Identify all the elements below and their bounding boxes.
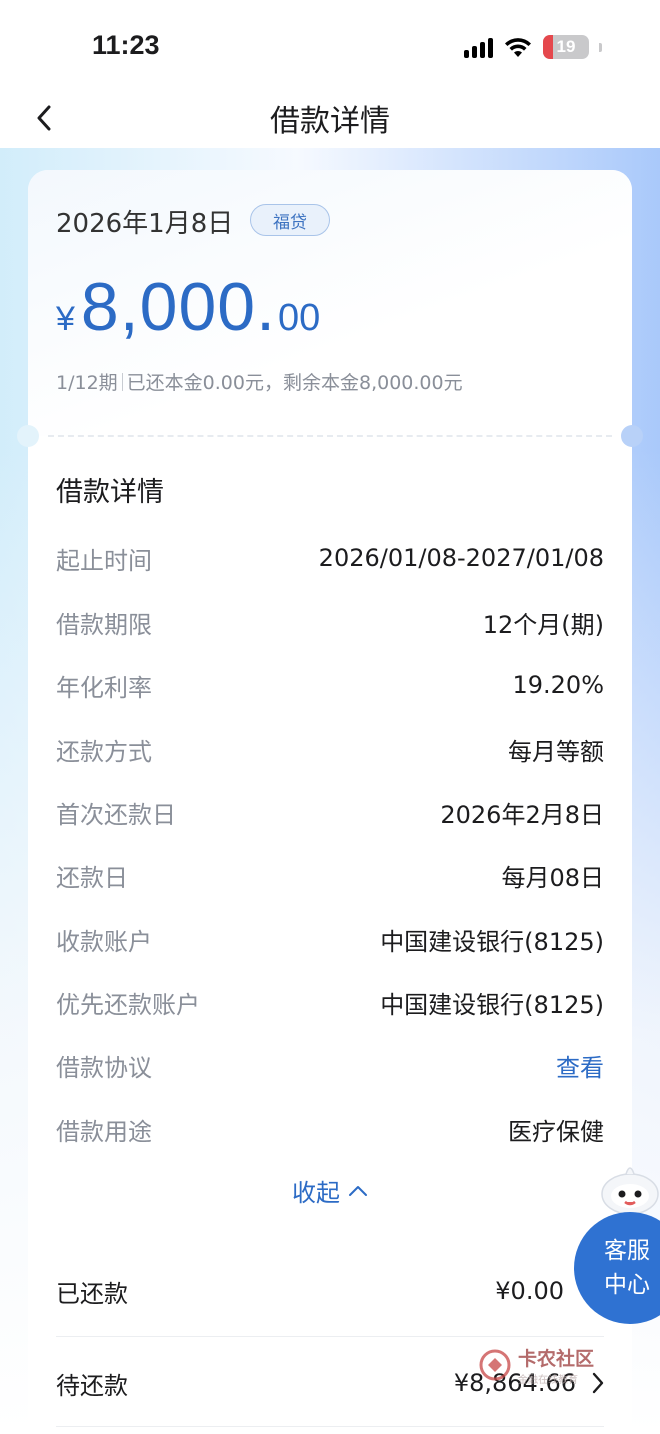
detail-value: 每月等额: [508, 737, 604, 766]
detail-label: 借款用途: [56, 1117, 152, 1146]
status-bar: 11:23 19: [0, 0, 660, 90]
detail-row-repayment-method: 还款方式 每月等额: [56, 729, 604, 769]
service-label-line1: 客服: [604, 1237, 650, 1264]
collapse-label: 收起: [292, 1179, 340, 1207]
detail-label: 还款日: [56, 863, 128, 892]
detail-row-annual-rate: 年化利率 19.20%: [56, 665, 604, 705]
paid-row: 已还款 ¥0.00: [56, 1266, 604, 1316]
page-title: 借款详情: [270, 104, 390, 139]
row-divider: [56, 1426, 604, 1427]
ticket-notch-left: [17, 425, 39, 447]
battery-level: 19: [556, 37, 576, 56]
product-tag: 福贷: [250, 204, 330, 236]
detail-row-purpose: 借款用途 医疗保健: [56, 1109, 604, 1149]
battery-cap: [599, 42, 602, 52]
amount-decimal: 00: [277, 297, 321, 339]
service-label-line2: 中心: [604, 1272, 650, 1298]
amount-integer: 8,000.: [80, 269, 276, 345]
detail-row-term: 借款期限 12个月(期): [56, 602, 604, 642]
view-agreement-link[interactable]: 查看: [556, 1048, 604, 1083]
status-time: 11:23: [92, 30, 160, 60]
detail-label: 收款账户: [56, 927, 152, 956]
paid-label: 已还款: [56, 1279, 128, 1308]
detail-value: 19.20%: [512, 671, 604, 699]
principal-summary: 已还本金0.00元，剩余本金8,000.00元: [126, 372, 463, 394]
detail-value: 医疗保健: [508, 1117, 604, 1146]
details-section-title: 借款详情: [56, 477, 164, 508]
signal-icon: [464, 36, 493, 58]
detail-value: 12个月(期): [482, 610, 604, 639]
detail-row-receiving-account: 收款账户 中国建设银行(8125): [56, 919, 604, 959]
chevron-up-icon: [349, 1185, 367, 1196]
dashed-divider: [48, 435, 612, 437]
detail-row-repayment-day: 还款日 每月08日: [56, 855, 604, 895]
detail-row-repayment-account: 优先还款账户 中国建设银行(8125): [56, 982, 604, 1022]
loan-card: 2026年1月8日 福贷 ¥ 8,000. 00 1/12期 已还本金0.00元…: [17, 170, 643, 1434]
watermark-subtitle: 金融在线教育: [518, 1375, 578, 1386]
detail-label: 起止时间: [56, 546, 152, 575]
detail-row-period: 起止时间 2026/01/08-2027/01/08: [56, 538, 604, 578]
watermark-text: 卡农社区 金融在线教育: [518, 1344, 594, 1386]
loan-amount: ¥ 8,000. 00: [56, 268, 320, 346]
detail-label: 还款方式: [56, 737, 152, 766]
detail-value: 中国建设银行(8125): [380, 927, 604, 956]
loan-summary-panel: 2026年1月8日 福贷 ¥ 8,000. 00 1/12期 已还本金0.00元…: [28, 170, 632, 436]
nav-bar: 借款详情: [0, 90, 660, 148]
detail-label: 借款期限: [56, 610, 152, 639]
detail-value: 中国建设银行(8125): [380, 990, 604, 1019]
detail-row-first-repayment: 首次还款日 2026年2月8日: [56, 792, 604, 832]
summary-divider: [121, 372, 123, 391]
pending-label: 待还款: [56, 1371, 128, 1400]
currency-symbol: ¥: [56, 300, 75, 338]
row-divider: [56, 1336, 604, 1337]
status-icons: 19: [464, 35, 602, 59]
detail-value: 2026/01/08-2027/01/08: [318, 544, 604, 572]
watermark-title: 卡农社区: [518, 1348, 595, 1370]
detail-label: 借款协议: [56, 1053, 152, 1082]
loan-date: 2026年1月8日: [56, 209, 234, 239]
period-progress: 1/12期: [56, 372, 118, 394]
detail-label: 优先还款账户: [56, 990, 200, 1019]
ticket-notch-right: [621, 425, 643, 447]
detail-value: 每月08日: [501, 863, 604, 892]
watermark: 卡农社区 金融在线教育: [478, 1344, 594, 1386]
detail-row-agreement: 借款协议 查看: [56, 1045, 604, 1085]
detail-value: 2026年2月8日: [440, 800, 604, 829]
watermark-logo-icon: [479, 1349, 511, 1381]
mascot-icon: [601, 1167, 659, 1215]
battery-icon: 19: [543, 35, 589, 59]
collapse-button[interactable]: 收起: [28, 1173, 632, 1208]
detail-label: 首次还款日: [56, 800, 176, 829]
wifi-icon: [505, 38, 531, 57]
loan-progress-summary: 1/12期 已还本金0.00元，剩余本金8,000.00元: [56, 368, 463, 395]
detail-label: 年化利率: [56, 673, 152, 702]
